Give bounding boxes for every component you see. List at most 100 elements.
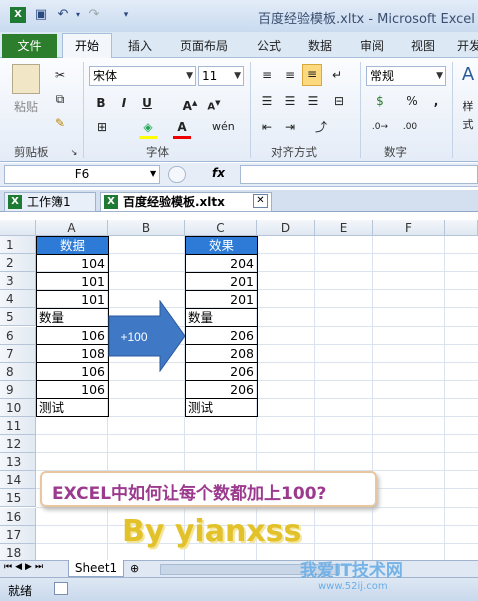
undo-dropdown-icon[interactable]: ▾: [70, 7, 86, 23]
cell-cola-6[interactable]: 106: [36, 326, 109, 346]
redo-icon[interactable]: ↷: [86, 7, 102, 23]
phonetic-icon[interactable]: wén: [212, 118, 235, 136]
format-painter-icon[interactable]: ✎: [52, 114, 68, 132]
row-header[interactable]: 13: [0, 453, 36, 472]
row-header[interactable]: 11: [0, 417, 36, 435]
tab-developer[interactable]: 开发: [457, 37, 478, 54]
row-header[interactable]: 14: [0, 471, 36, 490]
name-box[interactable]: F6: [4, 165, 160, 184]
font-size-combo[interactable]: 11 ▼: [198, 66, 244, 86]
cell-colc-3[interactable]: 201: [185, 271, 258, 291]
macro-record-icon[interactable]: [54, 582, 68, 595]
cell-colc-2[interactable]: 204: [185, 253, 258, 273]
tab-formulas[interactable]: 公式: [257, 37, 281, 54]
decrease-indent-icon[interactable]: ⇤: [258, 118, 276, 136]
number-format-combo[interactable]: 常规 ▼: [366, 66, 446, 86]
column-header-a[interactable]: A: [36, 220, 108, 236]
comma-icon[interactable]: ,: [430, 92, 442, 110]
tab-insert[interactable]: 插入: [128, 37, 152, 54]
percent-icon[interactable]: %: [404, 92, 420, 110]
styles-button[interactable]: 样式: [458, 98, 478, 134]
styles-icon[interactable]: A: [458, 66, 478, 84]
row-header[interactable]: 1: [0, 236, 36, 254]
column-header-d[interactable]: D: [257, 220, 315, 236]
formula-cancel-icon[interactable]: [168, 166, 186, 183]
font-color-icon[interactable]: A: [173, 118, 191, 139]
customize-toolbar-icon[interactable]: ▾: [118, 7, 134, 23]
cell-colc-10[interactable]: 测试: [185, 398, 258, 418]
row-header[interactable]: 18: [0, 543, 36, 562]
row-header[interactable]: 9: [0, 380, 36, 399]
grow-font-button[interactable]: A▲: [181, 94, 199, 115]
wrap-text-icon[interactable]: ↵: [328, 66, 346, 84]
sheet-tab-sheet1[interactable]: Sheet1: [68, 560, 124, 577]
tab-home[interactable]: 开始: [62, 33, 112, 59]
title-text-box[interactable]: EXCEL中如何让每个数都加上100?: [40, 471, 377, 507]
row-header[interactable]: 2: [0, 254, 36, 273]
orientation-icon[interactable]: ⤴: [310, 118, 332, 136]
row-header[interactable]: 12: [0, 435, 36, 454]
worksheet-grid[interactable]: A B C D E F 1 2 3 4 5 6 7 8 9 10 11 12 13 14 15 16 17 18 …: [0, 212, 478, 562]
shrink-font-button[interactable]: A▼: [205, 94, 223, 116]
cell-cola-5[interactable]: 数量: [36, 307, 109, 327]
align-left-icon[interactable]: ☰: [258, 92, 276, 110]
tab-review[interactable]: 审阅: [360, 37, 384, 54]
paste-button[interactable]: 粘贴: [8, 98, 44, 116]
align-bottom-icon[interactable]: ≡: [302, 64, 322, 86]
cell-colc-9[interactable]: 206: [185, 380, 258, 400]
underline-button[interactable]: U: [139, 94, 155, 112]
close-workbook-icon[interactable]: ✕: [253, 194, 268, 208]
cell-cola-4[interactable]: 101: [36, 289, 109, 309]
tab-page-layout[interactable]: 页面布局: [180, 37, 228, 54]
cell-colc-6[interactable]: 206: [185, 326, 258, 346]
sheet-nav-icons[interactable]: ⏮◀▶⏭: [4, 562, 46, 572]
column-header-g[interactable]: [445, 220, 478, 236]
align-middle-icon[interactable]: ≡: [281, 66, 299, 84]
column-header-b[interactable]: B: [108, 220, 185, 236]
formula-input[interactable]: [240, 165, 478, 184]
bold-button[interactable]: B: [93, 94, 109, 112]
font-name-combo[interactable]: 宋体 ▼: [89, 66, 196, 86]
workbook-tab-1[interactable]: X 工作簿1: [4, 192, 96, 212]
cell-cola-9[interactable]: 106: [36, 380, 109, 400]
cell-cola-10[interactable]: 测试: [36, 398, 109, 418]
tab-view[interactable]: 视图: [411, 37, 435, 54]
clipboard-launcher-icon[interactable]: ↘: [69, 144, 79, 162]
cell-cola-3[interactable]: 101: [36, 271, 109, 291]
cell-colc-7[interactable]: 208: [185, 344, 258, 364]
fill-color-icon[interactable]: ◈: [139, 118, 157, 139]
increase-decimal-icon[interactable]: .0→: [368, 118, 392, 136]
row-header[interactable]: 7: [0, 344, 36, 363]
tab-data[interactable]: 数据: [308, 37, 332, 54]
cell-cola-1[interactable]: 数据: [36, 235, 109, 255]
workbook-tab-2[interactable]: X 百度经验模板.xltx: [100, 192, 272, 212]
column-header-e[interactable]: E: [315, 220, 373, 236]
align-right-icon[interactable]: ☰: [304, 92, 322, 110]
align-top-icon[interactable]: ≡: [258, 66, 276, 84]
select-all-corner[interactable]: [0, 220, 36, 236]
row-header[interactable]: 5: [0, 308, 36, 327]
row-header[interactable]: 4: [0, 290, 36, 309]
row-header[interactable]: 15: [0, 489, 36, 508]
cut-icon[interactable]: ✂: [52, 66, 68, 84]
decrease-decimal-icon[interactable]: .00: [398, 118, 422, 136]
column-header-f[interactable]: F: [373, 220, 445, 236]
cell-colc-4[interactable]: 201: [185, 289, 258, 309]
merge-center-icon[interactable]: ⊟: [328, 92, 350, 110]
tab-file[interactable]: 文件: [2, 34, 57, 58]
arrow-shape[interactable]: +100: [108, 300, 186, 372]
row-header[interactable]: 8: [0, 362, 36, 381]
undo-icon[interactable]: ↶: [55, 7, 71, 23]
align-center-icon[interactable]: ☰: [281, 92, 299, 110]
currency-icon[interactable]: $: [370, 92, 390, 110]
copy-icon[interactable]: ⧉: [52, 90, 68, 108]
cell-colc-8[interactable]: 206: [185, 362, 258, 382]
name-box-dropdown-icon[interactable]: ▼: [150, 169, 156, 178]
increase-indent-icon[interactable]: ⇥: [281, 118, 299, 136]
row-header[interactable]: 16: [0, 507, 36, 526]
cell-cola-2[interactable]: 104: [36, 253, 109, 273]
insert-function-icon[interactable]: fx: [212, 166, 225, 180]
cell-colc-5[interactable]: 数量: [185, 307, 258, 327]
cell-cola-7[interactable]: 108: [36, 344, 109, 364]
row-header[interactable]: 10: [0, 398, 36, 417]
